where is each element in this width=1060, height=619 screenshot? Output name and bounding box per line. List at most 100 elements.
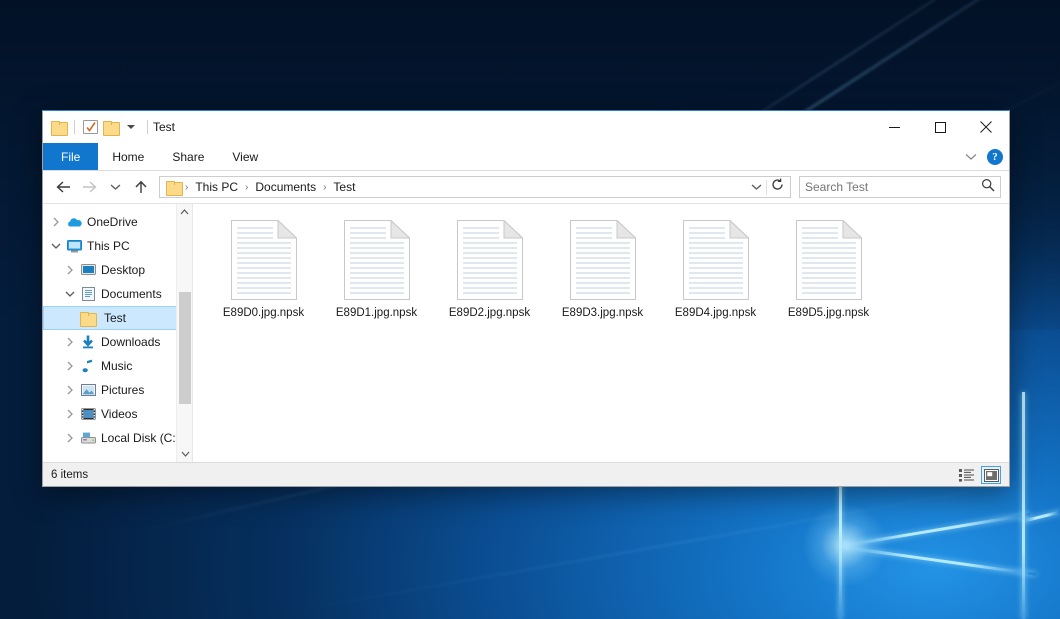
- chevron-down-icon[interactable]: [63, 287, 77, 301]
- sidebar-item-this-pc[interactable]: This PC: [43, 234, 192, 258]
- sidebar-item-music[interactable]: Music: [43, 354, 192, 378]
- new-folder-icon[interactable]: [103, 121, 118, 134]
- pictures-icon: [80, 382, 96, 398]
- breadcrumb-separator: ›: [244, 182, 249, 193]
- file-grid: E89D0.jpg.npsk E89D1.j: [193, 204, 1009, 319]
- chevron-right-icon[interactable]: [49, 215, 63, 229]
- breadcrumb-separator: ›: [184, 182, 189, 193]
- sidebar-item-videos[interactable]: Videos: [43, 402, 192, 426]
- scroll-up-button[interactable]: [177, 204, 192, 220]
- generic-file-icon: [457, 220, 523, 300]
- window-controls: [871, 111, 1009, 143]
- chevron-right-icon[interactable]: [63, 383, 77, 397]
- scrollbar-thumb[interactable]: [179, 292, 191, 404]
- file-item[interactable]: E89D5.jpg.npsk: [772, 216, 885, 319]
- properties-icon[interactable]: [83, 120, 98, 134]
- sidebar-item-downloads[interactable]: Downloads: [43, 330, 192, 354]
- breadcrumb-item-this-pc[interactable]: This PC: [191, 179, 242, 195]
- generic-file-icon: [344, 220, 410, 300]
- downloads-icon: [80, 334, 96, 350]
- file-explorer-window: Test File Home Share View: [42, 110, 1010, 487]
- chevron-right-icon[interactable]: [63, 431, 77, 445]
- breadcrumb: › This PC › Documents › Test: [184, 179, 751, 195]
- maximize-button[interactable]: [917, 111, 963, 143]
- file-item[interactable]: E89D3.jpg.npsk: [546, 216, 659, 319]
- ribbon-tab-bar: File Home Share View ?: [43, 143, 1009, 171]
- minimize-button[interactable]: [871, 111, 917, 143]
- sidebar-item-label: Downloads: [101, 335, 160, 349]
- breadcrumb-item-test[interactable]: Test: [329, 179, 359, 195]
- file-item[interactable]: E89D1.jpg.npsk: [320, 216, 433, 319]
- chevron-right-icon[interactable]: [63, 263, 77, 277]
- tab-home[interactable]: Home: [98, 143, 158, 170]
- quick-access-toolbar: [51, 120, 151, 134]
- sidebar-item-label: Videos: [101, 407, 137, 421]
- folder-icon: [80, 312, 95, 325]
- generic-file-icon: [231, 220, 297, 300]
- tab-view[interactable]: View: [218, 143, 272, 170]
- generic-file-icon: [570, 220, 636, 300]
- navigation-pane-scrollbar[interactable]: [176, 204, 192, 462]
- back-button[interactable]: [51, 175, 75, 199]
- toolbar-divider: [147, 120, 148, 134]
- chevron-down-icon[interactable]: [751, 178, 762, 196]
- sidebar-item-label: Desktop: [101, 263, 145, 277]
- sidebar-item-onedrive[interactable]: OneDrive: [43, 210, 192, 234]
- forward-button[interactable]: [77, 175, 101, 199]
- file-name-label: E89D2.jpg.npsk: [449, 307, 530, 319]
- close-button[interactable]: [963, 111, 1009, 143]
- file-item[interactable]: E89D0.jpg.npsk: [207, 216, 320, 319]
- chevron-right-icon[interactable]: [63, 359, 77, 373]
- documents-icon: [80, 286, 96, 302]
- chevron-right-icon[interactable]: [63, 335, 77, 349]
- help-icon[interactable]: ?: [987, 149, 1003, 165]
- breadcrumb-bar[interactable]: › This PC › Documents › Test: [159, 176, 791, 198]
- breadcrumb-item-documents[interactable]: Documents: [251, 179, 320, 195]
- sidebar-item-desktop[interactable]: Desktop: [43, 258, 192, 282]
- folder-icon[interactable]: [51, 121, 66, 134]
- tab-file[interactable]: File: [43, 143, 98, 170]
- sidebar-item-label: OneDrive: [87, 215, 138, 229]
- status-bar: 6 items: [43, 462, 1009, 486]
- file-name-label: E89D4.jpg.npsk: [675, 307, 756, 319]
- sidebar-item-test[interactable]: Test: [43, 306, 192, 330]
- ribbon-right-controls: ?: [965, 143, 1003, 171]
- onedrive-cloud-icon: [66, 214, 82, 230]
- customize-quick-access-caret-icon[interactable]: [127, 125, 135, 129]
- title-bar: Test: [43, 111, 1009, 143]
- sidebar-item-documents[interactable]: Documents: [43, 282, 192, 306]
- file-item[interactable]: E89D4.jpg.npsk: [659, 216, 772, 319]
- music-note-icon: [80, 358, 96, 374]
- item-count-label: 6 items: [51, 469, 88, 481]
- view-mode-buttons: [957, 463, 1001, 487]
- recent-locations-button[interactable]: [103, 175, 127, 199]
- navigation-pane: OneDrive This PC: [43, 204, 193, 462]
- file-list-view[interactable]: E89D0.jpg.npsk E89D1.j: [193, 204, 1009, 462]
- sidebar-item-label: Pictures: [101, 383, 144, 397]
- sidebar-item-local-disk-c[interactable]: Local Disk (C:): [43, 426, 192, 450]
- sidebar-item-label: Music: [101, 359, 132, 373]
- sidebar-item-pictures[interactable]: Pictures: [43, 378, 192, 402]
- details-view-button[interactable]: [957, 466, 977, 484]
- scroll-down-button[interactable]: [177, 446, 193, 462]
- chevron-down-icon[interactable]: [965, 148, 977, 166]
- file-item[interactable]: E89D2.jpg.npsk: [433, 216, 546, 319]
- search-icon[interactable]: [981, 178, 995, 197]
- refresh-icon[interactable]: [771, 178, 784, 196]
- search-box[interactable]: [799, 176, 1001, 198]
- file-name-label: E89D0.jpg.npsk: [223, 307, 304, 319]
- tab-share[interactable]: Share: [158, 143, 218, 170]
- this-pc-monitor-icon: [66, 238, 82, 254]
- desktop: Test File Home Share View: [0, 0, 1060, 619]
- breadcrumb-separator: ›: [322, 182, 327, 193]
- desktop-icon: [80, 262, 96, 278]
- search-input[interactable]: [805, 180, 981, 194]
- window-title: Test: [153, 120, 175, 134]
- sidebar-item-label: Local Disk (C:): [101, 431, 180, 445]
- large-icons-view-button[interactable]: [981, 466, 1001, 484]
- chevron-down-icon[interactable]: [49, 239, 63, 253]
- address-bar: › This PC › Documents › Test: [43, 171, 1009, 203]
- up-button[interactable]: [129, 175, 153, 199]
- folder-tree: OneDrive This PC: [43, 204, 192, 450]
- chevron-right-icon[interactable]: [63, 407, 77, 421]
